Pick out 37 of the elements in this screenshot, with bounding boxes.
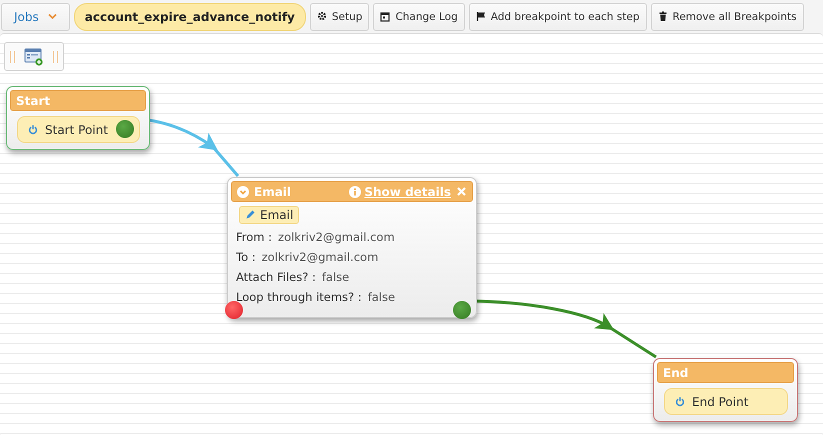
field-label: Attach Files? :	[236, 270, 316, 284]
remove-breakpoints-button[interactable]: Remove all Breakpoints	[650, 2, 804, 30]
pencil-icon	[245, 210, 255, 220]
power-icon	[675, 396, 685, 407]
jobs-menu-button[interactable]: Jobs	[1, 2, 70, 30]
field-label: To :	[236, 250, 256, 264]
field-label: Loop through items? :	[236, 290, 362, 304]
collapse-icon[interactable]	[237, 186, 249, 198]
node-title: Email	[254, 184, 292, 198]
calendar-icon	[380, 11, 390, 22]
gear-icon	[316, 11, 327, 22]
setup-button[interactable]: Setup	[310, 2, 370, 30]
drag-handle[interactable]	[10, 50, 15, 62]
trash-icon	[658, 11, 668, 22]
field-label: From :	[236, 230, 272, 244]
drag-handle[interactable]	[53, 50, 58, 62]
job-name-badge: account_expire_advance_notify	[74, 2, 306, 30]
add-breakpoints-button[interactable]: Add breakpoint to each step	[468, 2, 646, 30]
workflow-node[interactable]: Email Show details Email From : zolkriv2@gmail.com To : zolkriv2@gmail.com Attach Files? : false Loop through items? : false	[227, 177, 477, 318]
change-log-button[interactable]: Change Log	[373, 2, 465, 30]
flag-icon	[476, 11, 486, 22]
endpoint-label: End Point	[664, 388, 788, 415]
workflow-node[interactable]: End End Point	[653, 358, 798, 422]
node-title: Start	[16, 94, 50, 108]
field-value: zolkriv2@gmail.com	[278, 230, 395, 244]
step-type-label: Email	[239, 206, 300, 224]
field-value: false	[368, 290, 396, 304]
node-title: End	[663, 366, 688, 380]
endpoint-label: Start Point	[17, 116, 140, 143]
caret-icon	[48, 13, 57, 20]
connector-handle[interactable]	[116, 120, 134, 138]
field-value: false	[322, 270, 350, 284]
field-value: zolkriv2@gmail.com	[262, 250, 378, 264]
add-window-icon[interactable]	[24, 48, 44, 66]
workflow-node[interactable]: Start Start Point	[6, 86, 150, 150]
info-icon	[349, 186, 362, 198]
power-icon	[28, 124, 38, 135]
